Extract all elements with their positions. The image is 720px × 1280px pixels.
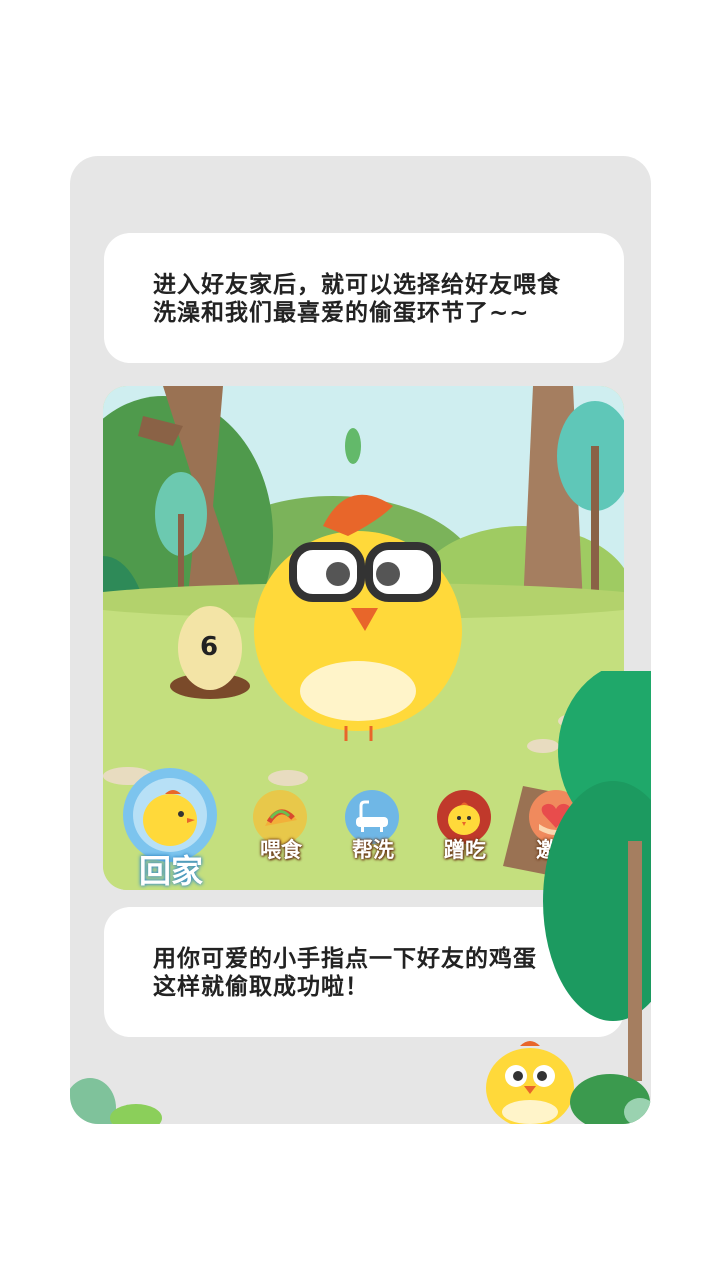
home-label: 回家 (138, 852, 203, 890)
eat-together-button[interactable]: 蹭吃 (435, 790, 495, 862)
top-caption-bubble: 进入好友家后，就可以选择给好友喂食 洗澡和我们最喜爱的偷蛋环节了~~ (104, 233, 624, 363)
feed-label: 喂食 (260, 838, 302, 862)
stealable-egg[interactable] (173, 606, 247, 702)
top-caption-text: 进入好友家后，就可以选择给好友喂食 洗澡和我们最喜爱的偷蛋环节了~~ (153, 272, 561, 326)
wash-button[interactable]: 帮洗 (343, 790, 403, 862)
eat-together-label: 蹭吃 (444, 838, 486, 862)
feed-button[interactable]: 喂食 (251, 790, 311, 862)
mascot-chick-illustration (480, 1034, 580, 1124)
bush-decoration-right (570, 1066, 651, 1124)
wash-label: 帮洗 (352, 838, 394, 862)
right-tree-decoration (518, 661, 651, 1091)
tutorial-card: 进入好友家后，就可以选择给好友喂食 洗澡和我们最喜爱的偷蛋环节了~~ 6 回家 … (70, 156, 651, 1124)
bush-decoration-left (70, 1068, 170, 1124)
bottom-caption-text: 用你可爱的小手指点一下好友的鸡蛋 这样就偷取成功啦！ (153, 946, 537, 1000)
home-button[interactable]: 回家 (123, 768, 219, 890)
